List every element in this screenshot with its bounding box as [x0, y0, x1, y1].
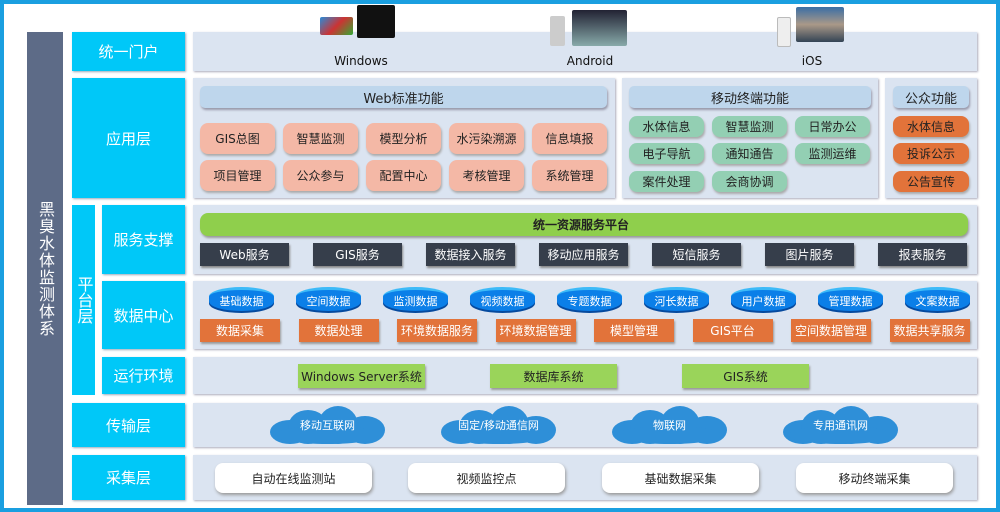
web-function-item: 信息填报	[532, 123, 607, 154]
web-function-item: 项目管理	[200, 160, 275, 191]
database-cylinder: 视频数据	[470, 287, 535, 311]
layer-label-datacenter: 数据中心	[102, 281, 185, 349]
data-function-item: 数据采集	[200, 319, 280, 342]
android-tablet-icon	[572, 10, 627, 46]
database-cylinder: 空间数据	[296, 287, 361, 311]
system-title-bar: 黑臭水体监测体系	[27, 32, 63, 505]
service-item: 短信服务	[652, 243, 741, 266]
public-function-item: 投诉公示	[893, 143, 969, 164]
collection-item: 基础数据采集	[602, 463, 759, 493]
web-function-item: 配置中心	[366, 160, 441, 191]
mobile-function-item: 水体信息	[629, 116, 704, 137]
data-function-item: 空间数据管理	[791, 319, 871, 342]
android-phone-icon	[550, 16, 565, 46]
web-function-item: 智慧监测	[283, 123, 358, 154]
service-item: 报表服务	[878, 243, 967, 266]
data-function-item: 模型管理	[594, 319, 674, 342]
runtime-item: Windows Server系统	[298, 364, 425, 388]
web-function-item: GIS总图	[200, 123, 275, 154]
service-item: 图片服务	[765, 243, 854, 266]
mobile-function-item: 日常办公	[795, 116, 870, 137]
mobile-function-item: 监测运维	[795, 143, 870, 164]
database-cylinder: 管理数据	[818, 287, 883, 311]
public-function-item: 公告宣传	[893, 171, 969, 192]
collection-item: 视频监控点	[408, 463, 565, 493]
cloud-network-icon: 固定/移动通信网	[441, 406, 556, 444]
database-cylinder: 用户数据	[731, 287, 796, 311]
data-function-item: 环境数据服务	[397, 319, 477, 342]
cloud-network-icon: 专用通讯网	[783, 406, 898, 444]
platform-label: Android	[566, 54, 614, 68]
layer-label-collection: 采集层	[72, 455, 185, 500]
database-cylinder: 基础数据	[209, 287, 274, 311]
layer-label-application: 应用层	[72, 78, 185, 198]
mobile-function-item: 案件处理	[629, 171, 704, 192]
layer-label-portal: 统一门户	[72, 32, 185, 71]
layer-label-platform: 平台层	[72, 205, 95, 395]
collection-item: 自动在线监测站	[215, 463, 372, 493]
mobile-function-item: 通知通告	[712, 143, 787, 164]
data-function-item: 数据共享服务	[889, 319, 970, 342]
windows-monitor-icon	[357, 5, 395, 38]
ios-imac-icon	[796, 7, 844, 42]
service-item: Web服务	[200, 243, 289, 266]
data-function-item: GIS平台	[692, 319, 773, 342]
database-cylinder: 文案数据	[905, 287, 970, 311]
public-function-item: 水体信息	[893, 116, 969, 137]
cloud-network-icon: 物联网	[612, 406, 727, 444]
network-label: 专用通讯网	[813, 419, 868, 432]
web-functions-header: Web标准功能	[200, 86, 607, 108]
network-label: 物联网	[653, 419, 686, 432]
database-cylinder: 监测数据	[383, 287, 448, 311]
service-item: GIS服务	[313, 243, 402, 266]
runtime-item: GIS系统	[682, 364, 809, 388]
data-function-item: 环境数据管理	[495, 319, 576, 342]
collection-item: 移动终端采集	[796, 463, 953, 493]
platform-label: iOS	[801, 54, 823, 68]
service-item: 数据接入服务	[426, 243, 515, 266]
mobile-function-item: 会商协调	[712, 171, 787, 192]
mobile-function-item: 智慧监测	[712, 116, 787, 137]
web-function-item: 考核管理	[449, 160, 524, 191]
layer-label-service: 服务支撑	[102, 205, 185, 274]
web-function-item: 公众参与	[283, 160, 358, 191]
service-item: 移动应用服务	[539, 243, 628, 266]
web-function-item: 系统管理	[532, 160, 607, 191]
cloud-network-icon: 移动互联网	[270, 406, 385, 444]
web-function-item: 水污染溯源	[449, 123, 524, 154]
network-label: 移动互联网	[300, 419, 355, 432]
database-cylinder: 河长数据	[644, 287, 709, 311]
layer-label-transport: 传输层	[72, 403, 185, 447]
ios-phone-icon	[777, 17, 791, 47]
platform-label: Windows	[334, 54, 388, 68]
network-label: 固定/移动通信网	[458, 419, 539, 432]
resource-service-platform: 统一资源服务平台	[200, 213, 968, 236]
mobile-functions-header: 移动终端功能	[629, 86, 871, 108]
data-function-item: 数据处理	[298, 319, 379, 342]
layer-label-runtime: 运行环境	[102, 357, 185, 394]
runtime-item: 数据库系统	[490, 364, 617, 388]
public-functions-header: 公众功能	[893, 86, 969, 108]
mobile-function-item: 电子导航	[629, 143, 704, 164]
web-function-item: 模型分析	[366, 123, 441, 154]
windows-tablet-icon	[320, 17, 353, 35]
database-cylinder: 专题数据	[557, 287, 622, 311]
